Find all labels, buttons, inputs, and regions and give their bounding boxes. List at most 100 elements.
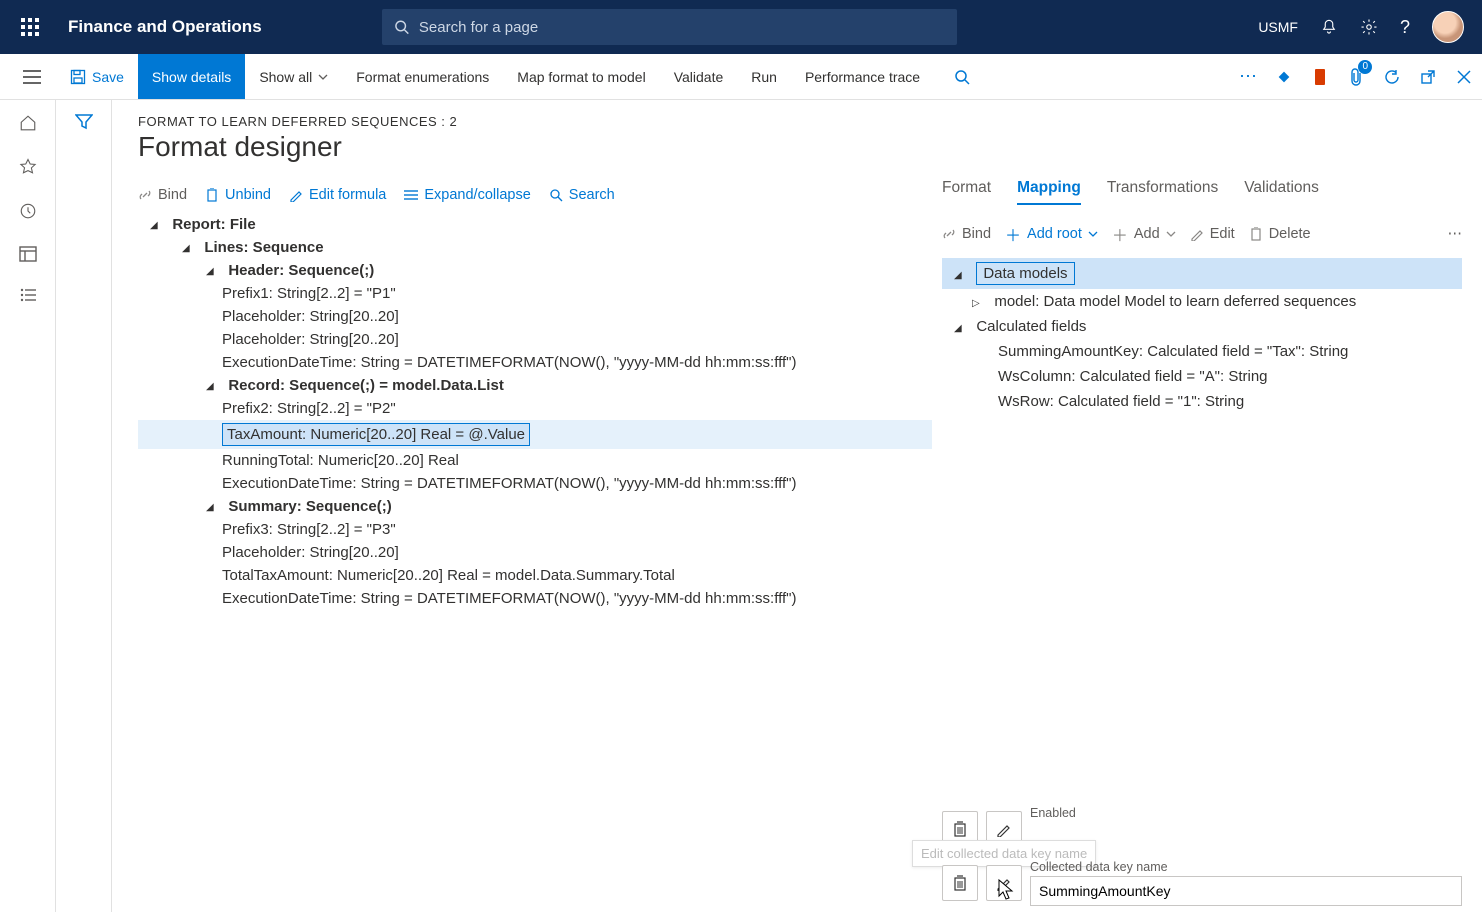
filter-icon[interactable] — [75, 114, 93, 912]
breadcrumb: FORMAT TO LEARN DEFERRED SEQUENCES : 2 — [138, 114, 1462, 129]
delete-key-button[interactable] — [942, 865, 978, 901]
tab-format[interactable]: Format — [942, 179, 991, 205]
show-all-button[interactable]: Show all — [245, 54, 342, 99]
tree-node[interactable]: Placeholder: String[20..20] — [138, 328, 932, 351]
gear-icon[interactable] — [1360, 18, 1378, 36]
recent-icon[interactable] — [19, 202, 37, 220]
edit-formula-button[interactable]: Edit formula — [289, 187, 386, 203]
body: FORMAT TO LEARN DEFERRED SEQUENCES : 2 F… — [0, 100, 1482, 912]
tree-node[interactable]: ◢ Header: Sequence(;) — [138, 259, 932, 282]
tab-transformations[interactable]: Transformations — [1107, 179, 1218, 205]
workspace-icon[interactable] — [19, 246, 37, 262]
user-avatar[interactable] — [1432, 11, 1464, 43]
save-label: Save — [92, 69, 124, 85]
tree-node[interactable]: Prefix1: String[2..2] = "P1" — [138, 282, 932, 305]
collected-key-label: Collected data key name — [1030, 860, 1462, 874]
global-search[interactable] — [382, 9, 957, 45]
tree-node[interactable]: Placeholder: String[20..20] — [138, 305, 932, 328]
enabled-property-row: Enabled — [942, 806, 1462, 852]
tree-node[interactable]: Placeholder: String[20..20] — [138, 541, 932, 564]
tree-node[interactable]: TotalTaxAmount: Numeric[20..20] Real = m… — [138, 564, 932, 587]
show-details-button[interactable]: Show details — [138, 54, 245, 99]
chevron-down-icon — [1166, 231, 1176, 237]
format-enumerations-button[interactable]: Format enumerations — [342, 54, 503, 99]
more-icon[interactable]: ⋯ — [1230, 54, 1266, 99]
left-rail — [0, 100, 56, 912]
page-title: Format designer — [138, 131, 1462, 163]
main-content: FORMAT TO LEARN DEFERRED SEQUENCES : 2 F… — [112, 100, 1482, 912]
app-launcher-icon[interactable] — [10, 18, 50, 36]
refresh-icon[interactable] — [1374, 54, 1410, 99]
right-toolbar: Bind ＋Add root ＋Add Edit Delete ⋯ — [942, 214, 1462, 252]
save-button[interactable]: Save — [56, 54, 138, 99]
help-icon[interactable]: ? — [1400, 17, 1410, 38]
bell-icon[interactable] — [1320, 18, 1338, 36]
delete-enabled-button[interactable] — [942, 811, 978, 847]
close-icon[interactable] — [1446, 54, 1482, 99]
chevron-down-icon — [1088, 231, 1098, 237]
validate-button[interactable]: Validate — [660, 54, 738, 99]
bind-button[interactable]: Bind — [138, 187, 187, 203]
unbind-button[interactable]: Unbind — [205, 187, 271, 203]
rtree-node[interactable]: WsColumn: Calculated field = "A": String — [942, 364, 1462, 389]
enabled-label: Enabled — [1030, 806, 1462, 820]
rtree-node[interactable]: WsRow: Calculated field = "1": String — [942, 389, 1462, 414]
r-delete-button[interactable]: Delete — [1249, 226, 1311, 242]
rtree-node[interactable]: ◢ Calculated fields — [942, 314, 1462, 339]
search-input[interactable] — [419, 19, 945, 36]
run-button[interactable]: Run — [737, 54, 791, 99]
tree-node[interactable]: ExecutionDateTime: String = DATETIMEFORM… — [138, 351, 932, 374]
mapping-pane: Format Mapping Transformations Validatio… — [932, 177, 1462, 912]
collected-key-row: Collected data key name — [942, 860, 1462, 906]
modules-icon[interactable] — [19, 288, 37, 302]
tree-node[interactable]: ◢ Summary: Sequence(;) — [138, 495, 932, 518]
tree-node[interactable]: ◢ Lines: Sequence — [138, 236, 932, 259]
tree-node[interactable]: RunningTotal: Numeric[20..20] Real — [138, 449, 932, 472]
home-icon[interactable] — [19, 114, 37, 132]
r-edit-button[interactable]: Edit — [1190, 226, 1235, 242]
tree-node[interactable]: ExecutionDateTime: String = DATETIMEFORM… — [138, 587, 932, 610]
attachments-icon[interactable]: 0 — [1338, 54, 1374, 99]
popout-icon[interactable] — [1410, 54, 1446, 99]
expand-collapse-button[interactable]: Expand/collapse — [404, 187, 530, 203]
tree-node-selected[interactable]: TaxAmount: Numeric[20..20] Real = @.Valu… — [138, 420, 932, 449]
attachments-badge: 0 — [1358, 60, 1372, 74]
add-root-button[interactable]: ＋Add root — [1005, 222, 1098, 246]
r-more-icon[interactable]: ⋯ — [1448, 226, 1463, 242]
r-bind-button[interactable]: Bind — [942, 226, 991, 242]
top-header: Finance and Operations USMF ? — [0, 0, 1482, 54]
tree-node[interactable]: ◢ Report: File — [138, 213, 932, 236]
find-icon[interactable] — [944, 54, 980, 99]
left-toolbar: Bind Unbind Edit formula Expand/collapse… — [138, 181, 932, 213]
company-code[interactable]: USMF — [1258, 19, 1298, 35]
star-icon[interactable] — [19, 158, 37, 176]
edit-enabled-button[interactable] — [986, 811, 1022, 847]
action-bar: Save Show details Show all Format enumer… — [0, 54, 1482, 100]
rtree-node[interactable]: ▷ model: Data model Model to learn defer… — [942, 289, 1462, 314]
attach-icon[interactable] — [1266, 54, 1302, 99]
format-tree[interactable]: ◢ Report: File ◢ Lines: Sequence ◢ Heade… — [138, 213, 932, 610]
edit-key-button[interactable] — [986, 865, 1022, 901]
search-button[interactable]: Search — [549, 187, 615, 203]
office-icon[interactable] — [1302, 54, 1338, 99]
tree-node[interactable]: ◢ Record: Sequence(;) = model.Data.List — [138, 374, 932, 397]
nav-toggle-icon[interactable] — [8, 54, 56, 99]
r-add-button[interactable]: ＋Add — [1112, 222, 1176, 246]
enabled-input[interactable] — [1030, 822, 1462, 852]
tree-node[interactable]: Prefix2: String[2..2] = "P2" — [138, 397, 932, 420]
rtree-node-selected[interactable]: ◢ Data models — [942, 258, 1462, 289]
tree-node[interactable]: ExecutionDateTime: String = DATETIMEFORM… — [138, 472, 932, 495]
mapping-tree[interactable]: ◢ Data models ▷ model: Data model Model … — [942, 258, 1462, 414]
right-tabs: Format Mapping Transformations Validatio… — [942, 177, 1462, 214]
brand-title: Finance and Operations — [68, 17, 262, 37]
top-right-controls: USMF ? — [1258, 11, 1472, 43]
rtree-node[interactable]: SummingAmountKey: Calculated field = "Ta… — [942, 339, 1462, 364]
tab-mapping[interactable]: Mapping — [1017, 179, 1081, 205]
collected-key-input[interactable] — [1030, 876, 1462, 906]
search-icon — [394, 19, 409, 35]
map-format-button[interactable]: Map format to model — [503, 54, 659, 99]
tree-node[interactable]: Prefix3: String[2..2] = "P3" — [138, 518, 932, 541]
tab-validations[interactable]: Validations — [1244, 179, 1319, 205]
chevron-down-icon — [318, 74, 328, 80]
performance-trace-button[interactable]: Performance trace — [791, 54, 934, 99]
